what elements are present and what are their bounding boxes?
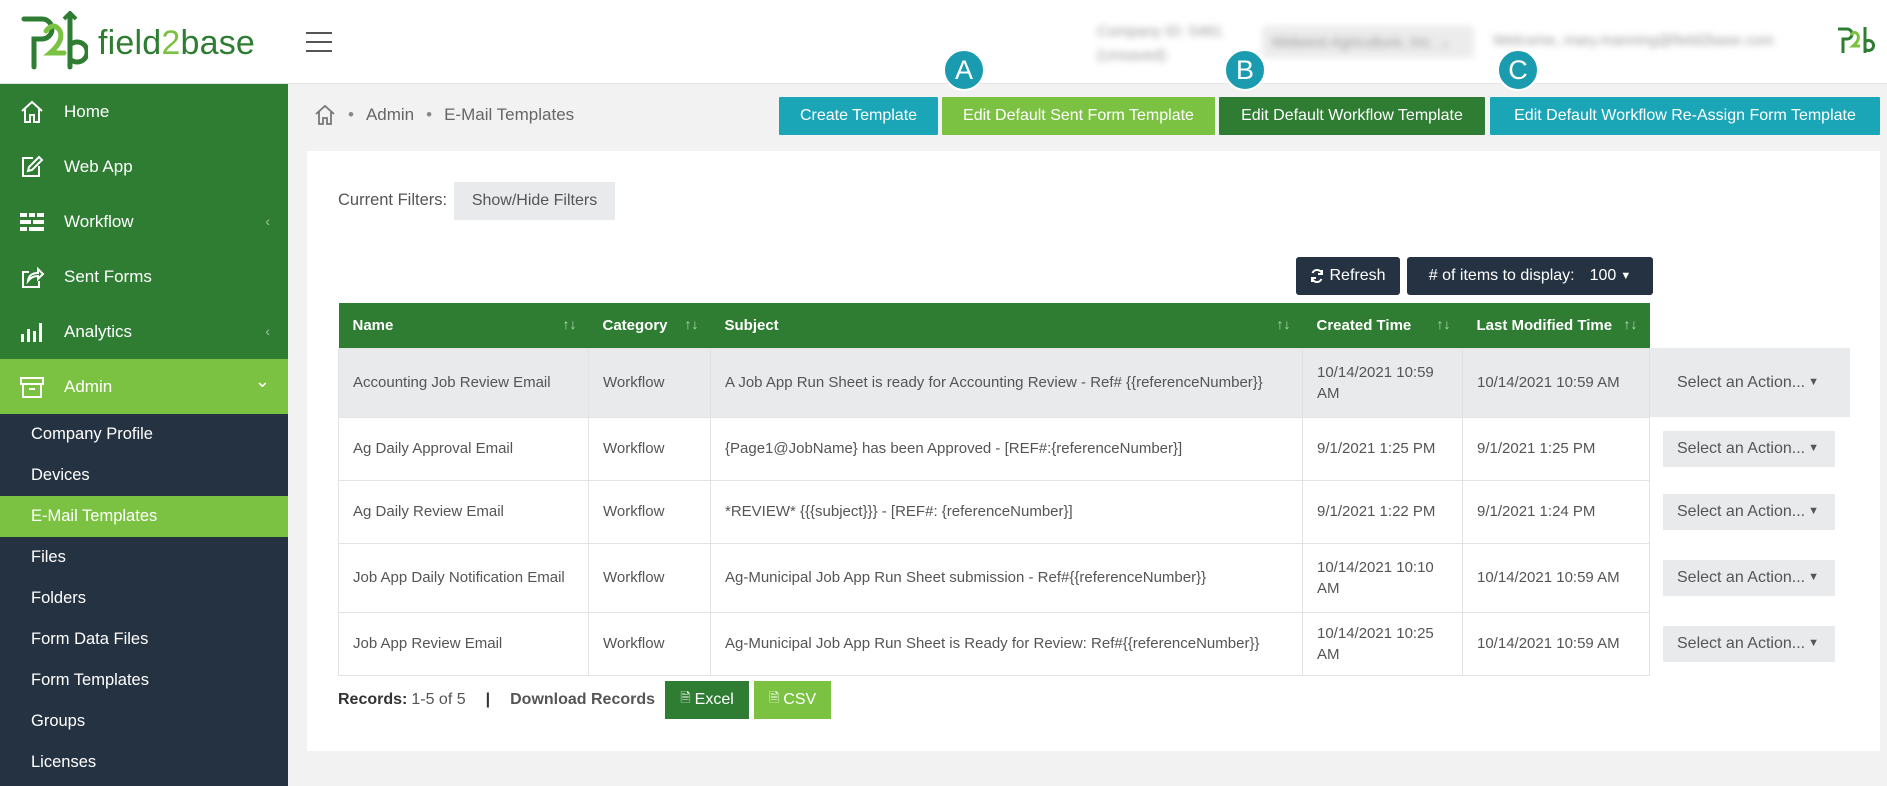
callout-badge-c: C [1497, 49, 1539, 91]
sidebar-item-licenses[interactable]: Licenses [0, 742, 288, 783]
export-excel-button[interactable]: 🗎 Excel [665, 681, 750, 719]
email-templates-table: Name ↑↓ Category ↑↓ Subject ↑↓ Created Time… [338, 303, 1850, 676]
caret-down-icon: ▼ [1620, 270, 1632, 282]
table-row[interactable]: Job App Daily Notification Email Workflo… [338, 542, 1850, 613]
column-header-last-modified-time[interactable]: Last Modified Time ↑↓ [1462, 303, 1650, 348]
workflow-icon [18, 208, 46, 236]
home-icon [18, 98, 46, 126]
caret-down-icon: ▼ [1808, 376, 1819, 388]
breadcrumb: • Admin • E-Mail Templates [314, 104, 574, 126]
file-icon: 🗎 [680, 690, 691, 705]
column-header-name[interactable]: Name ↑↓ [338, 303, 589, 348]
items-per-page-dropdown[interactable]: # of items to display: 100 ▼ [1407, 257, 1653, 295]
sidebar-item-form-templates[interactable]: Form Templates [0, 660, 288, 701]
row-action-select[interactable]: Select an Action... ▼ [1663, 430, 1835, 467]
callout-badge-a: A [943, 49, 985, 91]
home-icon[interactable] [314, 104, 336, 126]
records-count: 1-5 of 5 [411, 691, 466, 708]
sort-icon[interactable]: ↑↓ [685, 316, 699, 332]
sidebar-item-sent-forms[interactable]: Sent Forms [0, 249, 288, 304]
download-records-label: Download Records [510, 691, 656, 708]
caret-down-icon: ▼ [1808, 505, 1819, 517]
table-row[interactable]: Ag Daily Approval Email Workflow {Page1@… [338, 416, 1850, 481]
edit-default-workflow-template-button[interactable]: Edit Default Workflow Template [1219, 97, 1485, 135]
edit-default-sent-form-template-button[interactable]: Edit Default Sent Form Template [942, 97, 1215, 135]
row-action-select[interactable]: Select an Action... ▼ [1663, 559, 1835, 596]
sidebar-item-folders[interactable]: Folders [0, 578, 288, 619]
brand-name: field2base [98, 23, 256, 62]
sidebar-item-files[interactable]: Files [0, 537, 288, 578]
share-icon [18, 263, 46, 291]
table-row[interactable]: Job App Review Email Workflow Ag-Municip… [338, 611, 1850, 676]
caret-down-icon: ▼ [1808, 637, 1819, 649]
breadcrumb-admin[interactable]: Admin [366, 105, 414, 125]
row-action-select[interactable]: Select an Action... ▼ [1663, 364, 1835, 401]
sidebar-item-web-app[interactable]: Web App [0, 139, 288, 194]
field2base-logo-icon [21, 11, 88, 70]
archive-icon [18, 373, 46, 401]
sidebar-item-form-data-files[interactable]: Form Data Files [0, 619, 288, 660]
caret-down-icon: ▼ [1808, 571, 1819, 583]
refresh-icon [1311, 269, 1324, 283]
table-row[interactable]: Ag Daily Review Email Workflow *REVIEW* … [338, 479, 1850, 544]
sort-icon[interactable]: ↑↓ [563, 316, 577, 332]
row-action-select[interactable]: Select an Action... ▼ [1663, 493, 1835, 530]
menu-toggle-icon[interactable] [306, 32, 332, 52]
chevron-left-icon: ‹ [265, 323, 270, 339]
bar-chart-icon [18, 318, 46, 346]
company-select[interactable]: Midwest Agriculture, Inc. ⌄ [1262, 26, 1474, 58]
sidebar-item-analytics[interactable]: Analytics ‹ [0, 304, 288, 359]
sort-icon[interactable]: ↑↓ [1437, 316, 1451, 332]
row-action-select[interactable]: Select an Action... ▼ [1663, 625, 1835, 662]
file-icon: 🗎 [768, 690, 780, 705]
records-label: Records: [338, 691, 408, 708]
templates-panel: Current Filters: Show/Hide Filters Refre… [307, 151, 1880, 751]
sidebar-item-email-templates[interactable]: E-Mail Templates [0, 496, 288, 537]
breadcrumb-current: E-Mail Templates [444, 105, 575, 124]
welcome-user[interactable]: Welcome, mary.manning@field2base.com [1493, 32, 1774, 49]
create-template-button[interactable]: Create Template [779, 97, 938, 135]
sidebar-item-company-profile[interactable]: Company Profile [0, 414, 288, 455]
refresh-button[interactable]: Refresh [1296, 257, 1400, 295]
sidebar-item-admin[interactable]: Admin ⌄ [0, 359, 288, 414]
edit-default-workflow-reassign-template-button[interactable]: Edit Default Workflow Re-Assign Form Tem… [1490, 97, 1880, 135]
sidebar-item-workflow[interactable]: Workflow ‹ [0, 194, 288, 249]
current-filters-label: Current Filters: [338, 191, 448, 209]
export-csv-button[interactable]: 🗎 CSV [754, 681, 832, 719]
sidebar-item-groups[interactable]: Groups [0, 701, 288, 742]
table-row[interactable]: Accounting Job Review Email Workflow A J… [338, 347, 1850, 418]
column-header-subject[interactable]: Subject ↑↓ [710, 303, 1303, 348]
edit-icon [18, 153, 46, 181]
table-footer: Records: 1-5 of 5 | Download Records 🗎 E… [338, 681, 832, 719]
sort-icon[interactable]: ↑↓ [1277, 316, 1291, 332]
company-id: Company ID: 5481 (Unsaved) [1097, 23, 1223, 64]
column-header-created-time[interactable]: Created Time ↑↓ [1302, 303, 1463, 348]
callout-badge-b: B [1224, 49, 1266, 91]
field2base-small-logo-icon [1838, 27, 1875, 53]
show-hide-filters-button[interactable]: Show/Hide Filters [454, 182, 615, 220]
sort-icon[interactable]: ↑↓ [1624, 316, 1638, 332]
column-header-category[interactable]: Category ↑↓ [588, 303, 711, 348]
sidebar-item-devices[interactable]: Devices [0, 455, 288, 496]
brand-logo[interactable]: field2base [18, 11, 255, 75]
chevron-left-icon: ‹ [265, 213, 270, 229]
chevron-down-icon: ⌄ [254, 371, 270, 391]
sidebar: Home Web App Workflow ‹ Sent Forms Analy… [0, 84, 288, 786]
sidebar-item-home[interactable]: Home [0, 84, 288, 139]
caret-down-icon: ▼ [1808, 442, 1819, 454]
